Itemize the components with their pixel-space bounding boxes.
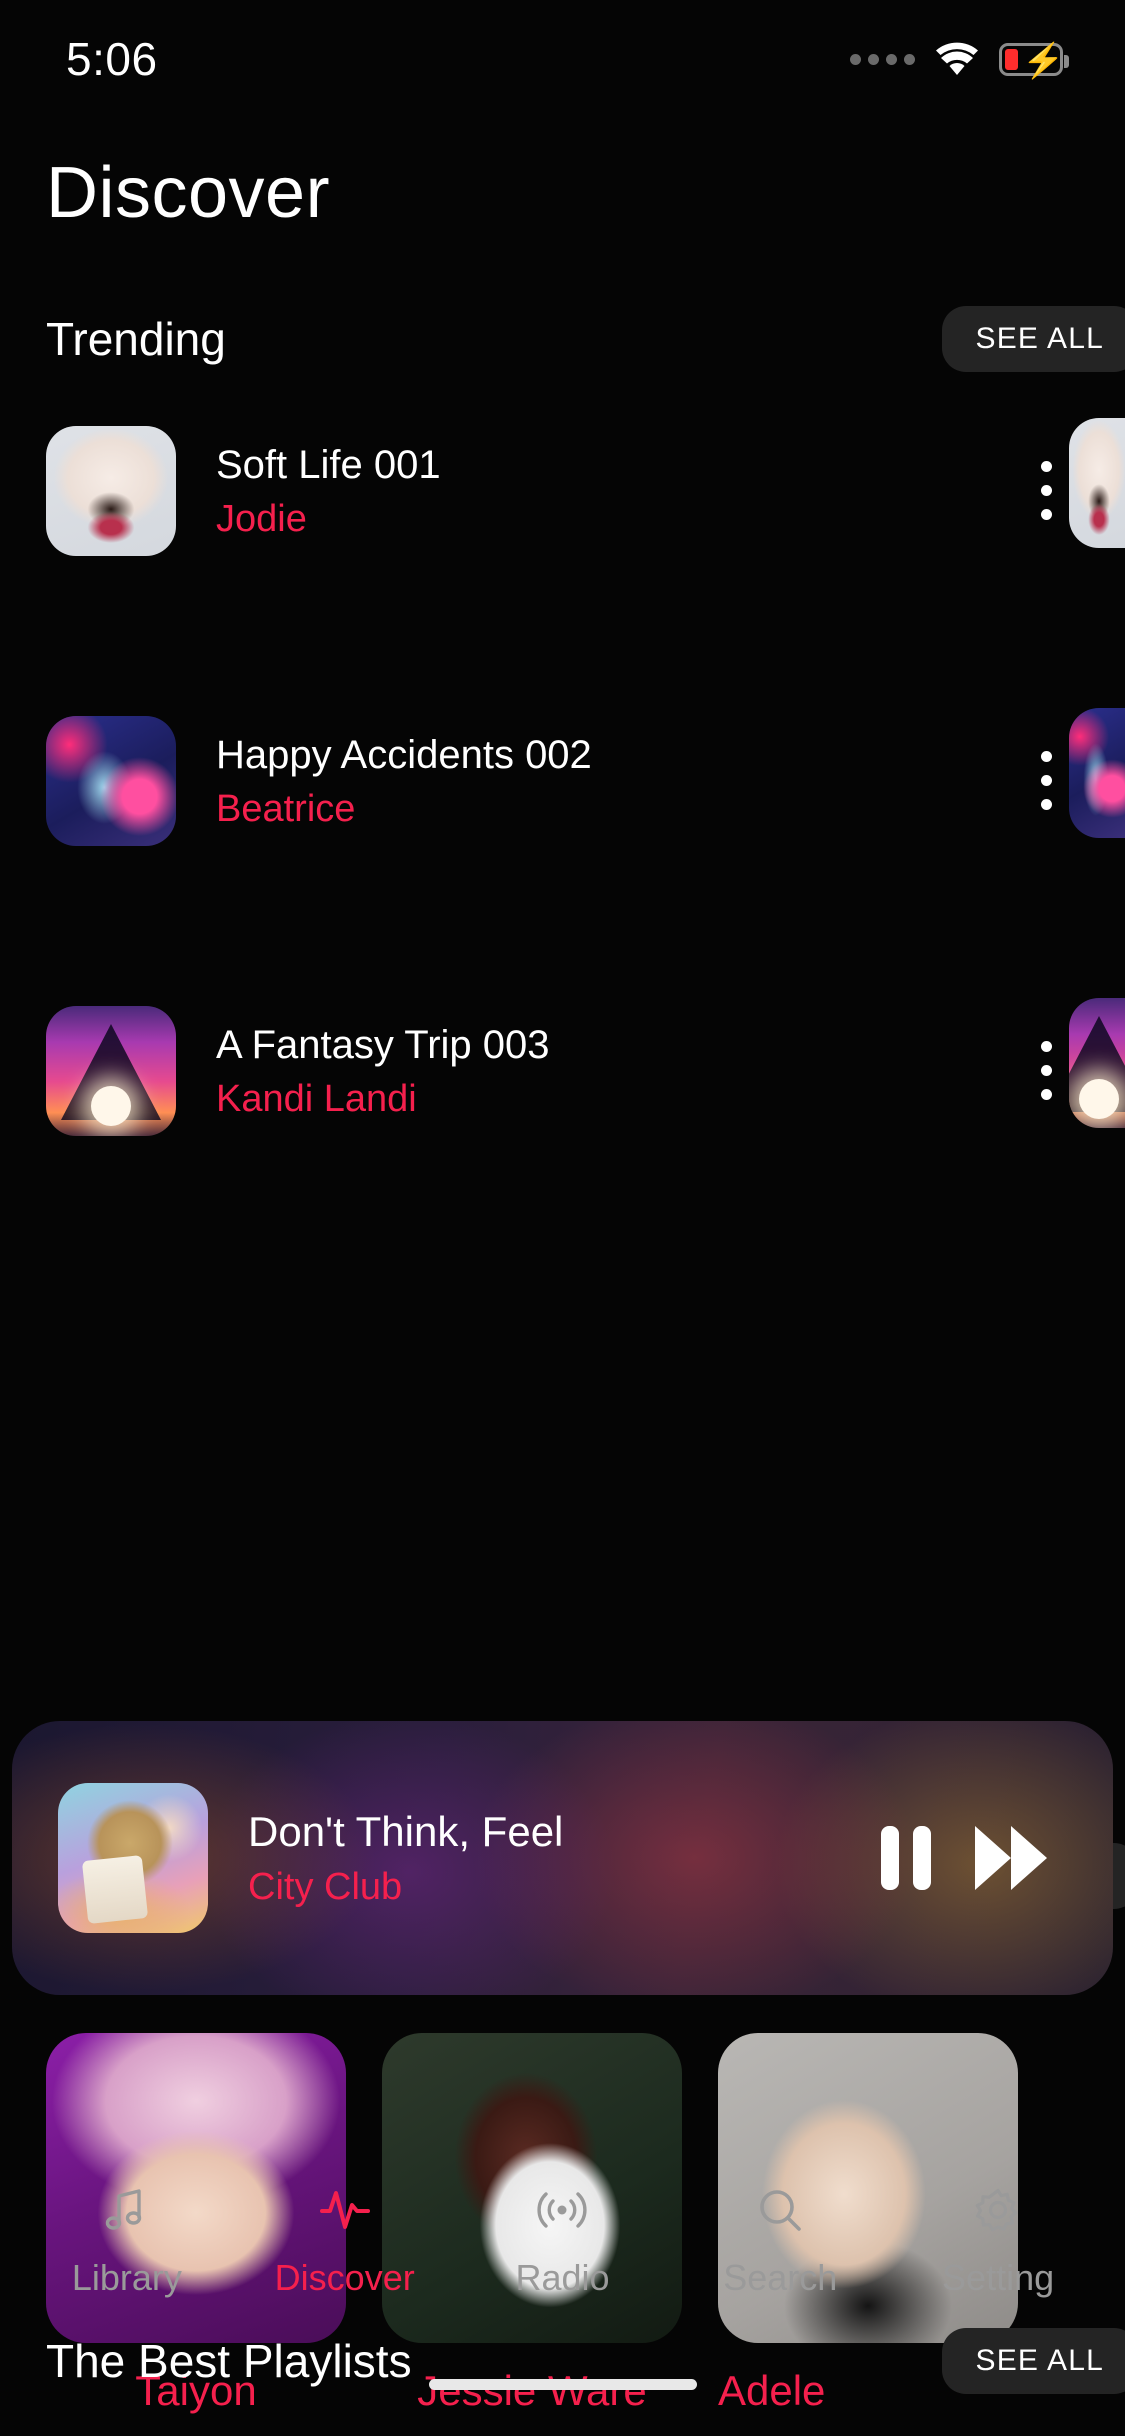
best-playlists-title: The Best Playlists: [46, 2334, 412, 2388]
pulse-wave-icon: [316, 2179, 374, 2241]
search-icon: [752, 2179, 808, 2241]
next-card-peek[interactable]: [1069, 418, 1125, 548]
signal-dots-icon: [850, 54, 915, 65]
tab-library[interactable]: Library: [32, 2179, 222, 2299]
gear-icon: [970, 2179, 1026, 2241]
track-artwork: [46, 1006, 176, 1136]
trending-see-all-button[interactable]: SEE ALL: [942, 306, 1125, 372]
track-meta: Soft Life 001 Jodie: [216, 440, 1011, 541]
tab-label: Discover: [275, 2257, 415, 2299]
track-title: Happy Accidents 002: [216, 730, 1011, 780]
player-controls: [881, 1826, 1047, 1890]
now-playing-artwork: [58, 1783, 208, 1933]
table-row[interactable]: Happy Accidents 002 Beatrice: [0, 708, 1125, 853]
trending-title: Trending: [46, 312, 226, 366]
tab-label: Library: [72, 2257, 182, 2299]
next-card-peek[interactable]: [1069, 708, 1125, 838]
status-bar: 5:06 ⚡: [0, 0, 1125, 118]
trending-track-list: Soft Life 001 Jodie Happy Accidents 002 …: [0, 418, 1125, 1143]
table-row[interactable]: Soft Life 001 Jodie: [0, 418, 1125, 563]
best-playlists-see-all-button[interactable]: SEE ALL: [942, 2328, 1125, 2394]
track-title: A Fantasy Trip 003: [216, 1020, 1011, 1070]
tab-discover[interactable]: Discover: [250, 2179, 440, 2299]
status-indicators: ⚡: [850, 42, 1063, 76]
track-meta: Happy Accidents 002 Beatrice: [216, 730, 1011, 831]
track-title: Soft Life 001: [216, 440, 1011, 490]
next-card-peek[interactable]: [1069, 998, 1125, 1128]
tab-label: Search: [723, 2257, 837, 2299]
home-indicator[interactable]: [429, 2379, 697, 2390]
battery-charging-low-icon: ⚡: [999, 43, 1063, 76]
radio-waves-icon: [533, 2179, 591, 2241]
now-playing-meta: Don't Think, Feel City Club: [248, 1808, 881, 1909]
tab-label: Setting: [942, 2257, 1054, 2299]
trending-section-header: Trending SEE ALL: [0, 306, 1125, 372]
app-screen: 5:06 ⚡ Discover Trending SEE ALL: [0, 0, 1125, 2436]
track-artwork: [46, 426, 176, 556]
mini-player[interactable]: Don't Think, Feel City Club: [12, 1721, 1113, 1995]
page-title: Discover: [46, 152, 330, 234]
track-meta: A Fantasy Trip 003 Kandi Landi: [216, 1020, 1011, 1121]
track-artist: Beatrice: [216, 788, 1011, 831]
now-playing-title: Don't Think, Feel: [248, 1808, 881, 1856]
now-playing-artist: City Club: [248, 1866, 881, 1909]
music-note-icon: [99, 2179, 155, 2241]
track-artwork: [46, 716, 176, 846]
tab-label: Radio: [515, 2257, 609, 2299]
wifi-icon: [935, 42, 979, 76]
track-artist: Kandi Landi: [216, 1078, 1011, 1121]
pause-icon[interactable]: [881, 1826, 931, 1890]
status-time: 5:06: [66, 32, 158, 86]
track-artist: Jodie: [216, 498, 1011, 541]
bottom-navigation: Library Discover Radio: [0, 2144, 1125, 2334]
table-row[interactable]: A Fantasy Trip 003 Kandi Landi: [0, 998, 1125, 1143]
fast-forward-icon[interactable]: [975, 1826, 1047, 1890]
tab-radio[interactable]: Radio: [467, 2179, 657, 2299]
tab-search[interactable]: Search: [685, 2179, 875, 2299]
tab-setting[interactable]: Setting: [903, 2179, 1093, 2299]
